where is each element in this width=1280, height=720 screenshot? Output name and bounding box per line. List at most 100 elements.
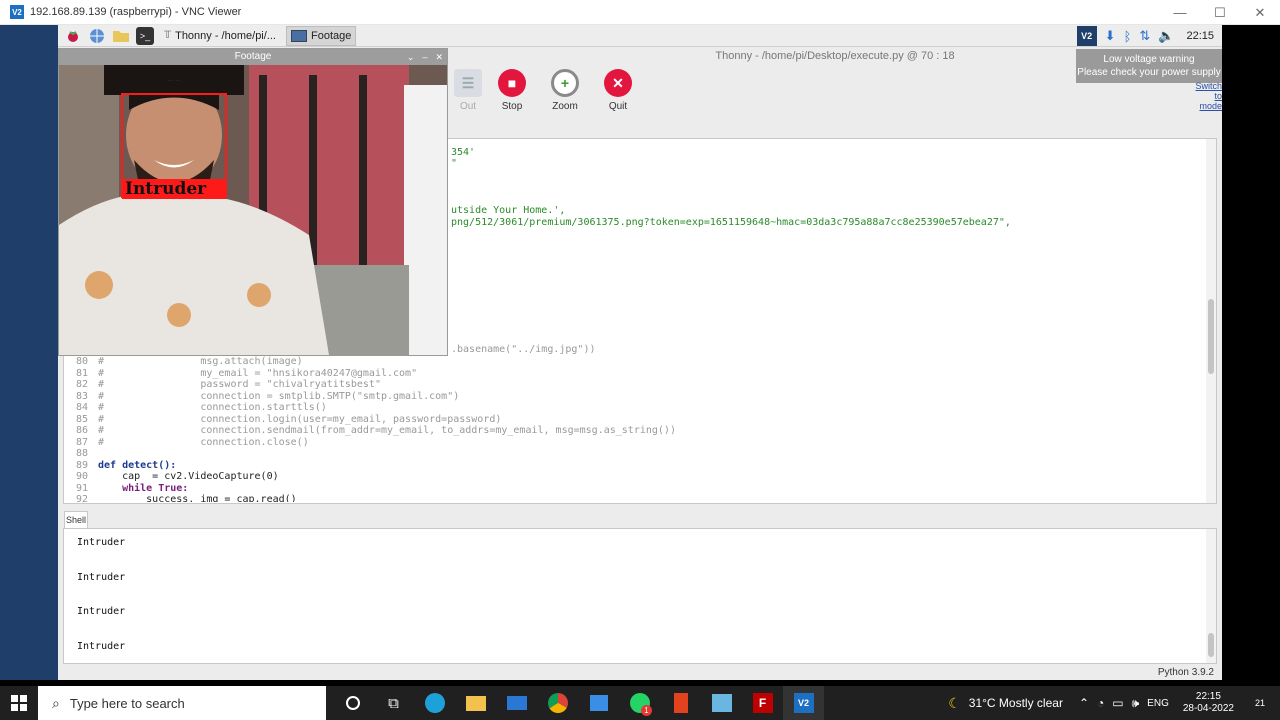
code-line: 80 # msg.attach(image)	[64, 356, 1204, 368]
vnc-left-margin	[0, 25, 58, 680]
code-line: 89 def detect():	[64, 460, 1204, 472]
battery-icon[interactable]: ▭	[1112, 696, 1123, 710]
thonny-window-title: Thonny - /home/pi/Desktop/execute.py @ 7…	[715, 50, 955, 62]
file-explorer-icon[interactable]	[455, 686, 496, 720]
line-number: 82	[75, 379, 88, 390]
taskbar-search-box[interactable]: ⌕ Type here to search	[38, 686, 326, 720]
pi-top-panel: >_ 𝕋 Thonny - /home/pi/... Footage V2 ⬇ …	[58, 25, 1222, 47]
vnc-close-button[interactable]: ✕	[1240, 0, 1280, 25]
vnc-viewer-icon[interactable]: V2	[783, 686, 824, 720]
footage-menu-button[interactable]: ⌄	[407, 49, 415, 65]
microsoft-store-icon[interactable]	[578, 686, 619, 720]
volume-icon[interactable]: 🕪	[1132, 696, 1140, 711]
pi-system-tray: V2 ⬇ ᛒ ⇅ 🔈 22:15	[1076, 25, 1222, 47]
line-number: 91	[75, 482, 88, 494]
footage-minimize-button[interactable]: –	[422, 49, 427, 65]
remote-desktop: >_ 𝕋 Thonny - /home/pi/... Footage V2 ⬇ …	[58, 25, 1222, 680]
windows-start-button[interactable]	[0, 686, 38, 720]
code-line: 86 # connection.sendmail(from_addr=my_ema…	[64, 425, 1204, 437]
snipping-tool-icon[interactable]	[701, 686, 742, 720]
file-manager-folder-icon[interactable]	[112, 27, 130, 45]
quit-icon: ✕	[604, 69, 632, 97]
clock-time: 22:15	[1195, 691, 1221, 702]
network-arrows-icon[interactable]: ⇅	[1139, 28, 1150, 44]
wifi-icon[interactable]: ◔	[1097, 696, 1104, 710]
raspberry-menu-icon[interactable]	[64, 27, 82, 45]
step-out-label: Out	[459, 101, 477, 112]
line-number: 90	[75, 471, 88, 482]
line-number: 83	[75, 390, 88, 402]
line-number: 87	[75, 436, 88, 448]
language-indicator[interactable]: ENG	[1147, 698, 1169, 709]
editor-fragment: .basename("../img.jpg"))	[451, 344, 596, 355]
browser-globe-icon[interactable]	[88, 27, 106, 45]
windows-clock[interactable]: 22:15 28-04-2022	[1183, 691, 1234, 715]
editor-fragment: 354'	[451, 147, 476, 158]
download-updates-icon[interactable]: ⬇	[1105, 28, 1116, 44]
shell-output-line: Intruder	[77, 537, 126, 548]
code-line: 92 success, img = cap.read()	[64, 494, 1204, 502]
edge-browser-icon[interactable]	[414, 686, 455, 720]
show-hidden-icons-chevron-icon[interactable]: ⌃	[1079, 696, 1089, 710]
line-text: success, img = cap.read()	[98, 494, 297, 502]
shell-scrollbar[interactable]	[1206, 529, 1216, 663]
office-icon[interactable]	[660, 686, 701, 720]
editor-scrollbar[interactable]	[1206, 139, 1216, 503]
camera-feed-image: Intruder	[59, 65, 447, 355]
footage-title: Footage	[234, 51, 272, 62]
line-text: # connection.sendmail(from_addr=my_email…	[98, 425, 676, 436]
zoom-button[interactable]: + Zoom	[541, 69, 589, 112]
weather-text[interactable]: 31°C Mostly clear	[969, 696, 1063, 710]
windows-logo-icon	[11, 695, 27, 711]
search-placeholder: Type here to search	[69, 695, 185, 711]
line-text: # connection = smtplib.SMTP("smtp.gmail.…	[98, 390, 460, 402]
task-thonny[interactable]: 𝕋 Thonny - /home/pi/...	[160, 26, 280, 46]
task-view-icon[interactable]: ⧉	[373, 686, 414, 720]
weather-moon-icon[interactable]: ☾	[948, 695, 961, 712]
tab-shell[interactable]: Shell	[64, 511, 88, 528]
search-icon: ⌕	[52, 694, 60, 711]
code-line: 83 # connection = smtplib.SMTP("smtp.gmai…	[64, 391, 1204, 403]
filezilla-icon[interactable]: F	[742, 686, 783, 720]
stop-icon: ■	[498, 69, 526, 97]
volume-icon[interactable]: 🔈	[1158, 28, 1174, 44]
stop-label: Stop	[501, 101, 523, 112]
bluetooth-icon[interactable]: ᛒ	[1124, 29, 1132, 44]
whatsapp-icon[interactable]: 1	[619, 686, 660, 720]
line-number: 80	[75, 356, 88, 367]
switch-mode-line-2: mode	[1199, 101, 1222, 111]
footage-titlebar: Footage ⌄ – ✕	[59, 49, 447, 65]
vnc-minimize-button[interactable]: —	[1160, 0, 1200, 25]
python-version-status: Python 3.9.2	[1157, 667, 1214, 678]
step-out-button[interactable]: ☰ Out	[444, 69, 492, 112]
code-line: 90 cap = cv2.VideoCapture(0)	[64, 471, 1204, 483]
intruder-detection-label: Intruder	[125, 179, 207, 199]
code-line: 88	[64, 448, 1204, 460]
switch-mode-link[interactable]: Switch to mode	[1188, 81, 1222, 111]
editor-scroll-thumb[interactable]	[1208, 299, 1214, 374]
quit-button[interactable]: ✕ Quit	[594, 69, 642, 112]
mail-icon[interactable]	[496, 686, 537, 720]
cortana-icon[interactable]	[332, 686, 373, 720]
switch-mode-line-1: Switch to	[1195, 81, 1222, 101]
line-number: 84	[75, 402, 88, 413]
line-text: # msg.attach(image)	[98, 356, 303, 367]
shell-scroll-thumb[interactable]	[1208, 633, 1214, 657]
code-line: 84 # connection.starttls()	[64, 402, 1204, 414]
thonny-toolbar: ☰ Out ■ Stop + Zoom ✕ Quit	[448, 65, 1222, 137]
vnc-maximize-button[interactable]: ☐	[1200, 0, 1240, 25]
footage-close-button[interactable]: ✕	[435, 49, 443, 65]
task-thonny-label: Thonny - /home/pi/...	[175, 29, 276, 42]
code-line: 87 # connection.close()	[64, 437, 1204, 449]
task-footage-label: Footage	[310, 29, 352, 42]
line-number: 85	[75, 413, 88, 425]
window-app-icon	[290, 29, 307, 42]
shell-panel[interactable]: Intruder Intruder Intruder Intruder	[63, 528, 1217, 664]
notification-center-icon[interactable]: 21	[1248, 693, 1272, 713]
terminal-icon[interactable]: >_	[136, 26, 154, 45]
vnc-server-icon[interactable]: V2	[1076, 26, 1097, 46]
stop-button[interactable]: ■ Stop	[488, 69, 536, 112]
line-text: while True:	[98, 482, 189, 494]
task-footage[interactable]: Footage	[285, 25, 357, 46]
chrome-icon[interactable]	[537, 686, 578, 720]
